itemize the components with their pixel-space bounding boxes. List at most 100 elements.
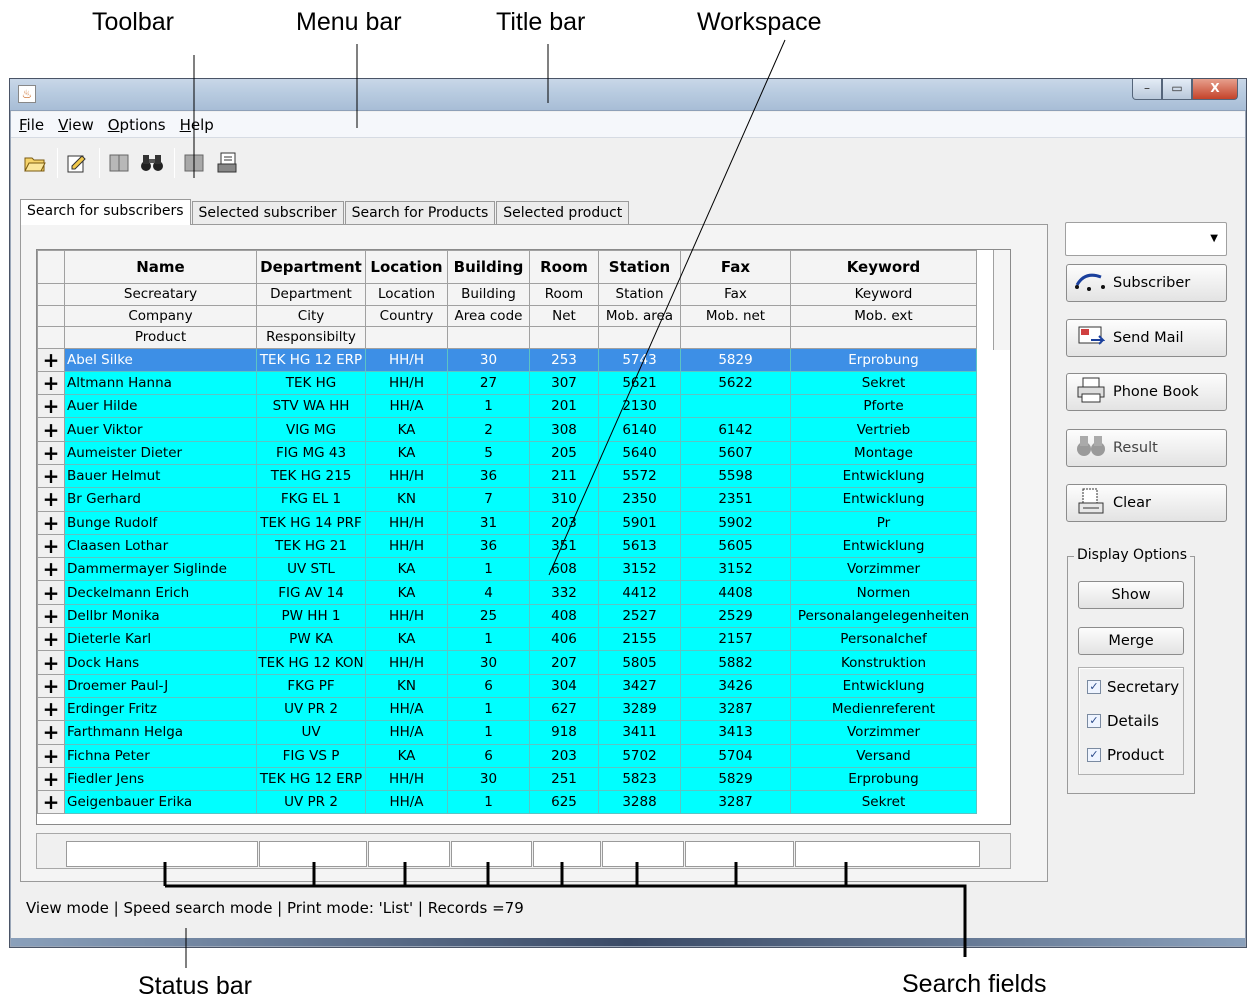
expand-plus-icon[interactable]: + <box>37 627 65 652</box>
table-row[interactable]: + Dammermayer Siglinde UV STL KA 1 608 3152 315… <box>37 557 977 582</box>
expand-plus-icon[interactable]: + <box>37 650 65 675</box>
binoculars-icon[interactable] <box>137 148 167 178</box>
expand-plus-icon[interactable]: + <box>37 417 65 442</box>
maximize-button[interactable]: ▭ <box>1162 79 1192 100</box>
table-row[interactable]: + Droemer Paul-J FKG PF KN 6 304 3427 3426 Entwi… <box>37 673 977 698</box>
search-station-field[interactable] <box>602 841 684 867</box>
table-row[interactable]: + Aumeister Dieter FIG MG 43 KA 5 205 5640 5607… <box>37 440 977 465</box>
result-button[interactable]: Result <box>1066 429 1227 467</box>
expand-plus-icon[interactable]: + <box>37 580 65 605</box>
col-header-building[interactable]: Building <box>447 250 530 284</box>
details-checkbox[interactable]: ✓ Details <box>1087 712 1159 730</box>
expand-plus-icon[interactable]: + <box>37 394 65 419</box>
search-location-field[interactable] <box>368 841 450 867</box>
mail-icon <box>1073 324 1109 353</box>
expand-plus-icon[interactable]: + <box>37 370 65 396</box>
table-row[interactable]: + Abel Silke TEK HG 12 ERP HH/H 30 253 5743 582… <box>37 347 977 372</box>
search-keyword-field[interactable] <box>795 841 980 867</box>
table-row[interactable]: + Dellbr Monika PW HH 1 HH/H 25 408 2527 2529 Pe… <box>37 603 977 629</box>
clear-form-icon <box>1073 487 1109 520</box>
col-header-room[interactable]: Room <box>529 250 599 284</box>
table-row[interactable]: + Altmann Hanna TEK HG HH/H 27 307 5621 5622 Sek… <box>37 370 977 396</box>
expand-plus-icon[interactable]: + <box>37 603 65 629</box>
expand-plus-icon[interactable]: + <box>37 557 65 582</box>
col-header-department[interactable]: Department <box>256 250 366 284</box>
search-department-field[interactable] <box>259 841 367 867</box>
edit-icon[interactable] <box>62 148 92 178</box>
table-row[interactable]: + Auer Viktor VIG MG KA 2 308 6140 6142 Vertrieb <box>37 417 977 442</box>
cell-location: HH/H <box>365 510 448 535</box>
menu-help[interactable]: Help <box>178 115 216 135</box>
table-row[interactable]: + Erdinger Fritz UV PR 2 HH/A 1 627 3289 3287 Me… <box>37 696 977 722</box>
cell-department: TEK HG 12 ERP <box>256 347 366 372</box>
secretary-checkbox[interactable]: ✓ Secretary <box>1087 678 1179 696</box>
table-row[interactable]: + Farthmann Helga UV HH/A 1 918 3411 3413 Vorzim… <box>37 720 977 745</box>
table-row[interactable]: + Fiedler Jens TEK HG 12 ERP HH/H 30 251 5823 5… <box>37 766 977 792</box>
phone-book-button[interactable]: Phone Book <box>1066 373 1227 411</box>
expand-plus-icon[interactable]: + <box>37 347 65 372</box>
expand-plus-icon[interactable]: + <box>37 790 65 815</box>
cell-name: Geigenbauer Erika <box>64 790 257 815</box>
tab-search-subscribers[interactable]: Search for subscribers <box>20 199 191 225</box>
expand-plus-icon[interactable]: + <box>37 440 65 465</box>
cell-department: TEK HG 12 ERP <box>256 766 366 792</box>
col-header-location[interactable]: Location <box>365 250 448 284</box>
subscriber-button[interactable]: Subscriber <box>1066 264 1227 302</box>
table-row[interactable]: + Bunge Rudolf TEK HG 14 PRF HH/H 31 203 5901 5… <box>37 510 977 535</box>
search-fax-field[interactable] <box>685 841 794 867</box>
book-icon[interactable] <box>179 148 209 178</box>
cell-room: 203 <box>529 743 599 768</box>
expand-plus-icon[interactable]: + <box>37 487 65 512</box>
search-room-field[interactable] <box>533 841 601 867</box>
expand-plus-icon[interactable]: + <box>37 673 65 698</box>
binoculars-icon <box>1073 434 1109 463</box>
expand-plus-icon[interactable]: + <box>37 696 65 722</box>
title-bar[interactable]: ♨ – ▭ X <box>10 79 1246 111</box>
subheader-cell: Responsibilty <box>256 326 366 349</box>
cell-building: 36 <box>447 533 530 559</box>
cell-fax: 5605 <box>680 533 791 559</box>
open-folder-icon[interactable] <box>20 148 50 178</box>
show-button[interactable]: Show <box>1078 581 1184 609</box>
expand-plus-icon[interactable]: + <box>37 510 65 535</box>
tab-search-products[interactable]: Search for Products <box>344 201 496 225</box>
col-header-station[interactable]: Station <box>598 250 681 284</box>
printer-icon <box>1073 377 1109 408</box>
tab-selected-product[interactable]: Selected product <box>496 201 630 225</box>
minimize-button[interactable]: – <box>1132 79 1162 100</box>
search-building-field[interactable] <box>451 841 532 867</box>
table-row[interactable]: + Dock Hans TEK HG 12 KON HH/H 30 207 5805 5882… <box>37 650 977 675</box>
menu-file[interactable]: File <box>17 115 46 135</box>
col-header-fax[interactable]: Fax <box>680 250 791 284</box>
search-name-field[interactable] <box>66 841 258 867</box>
table-row[interactable]: + Auer Hilde STV WA HH HH/A 1 201 2130 Pforte <box>37 394 977 419</box>
table-row[interactable]: + Dieterle Karl PW KA KA 1 406 2155 2157 Persona… <box>37 627 977 652</box>
menu-options[interactable]: Options <box>106 115 168 135</box>
expand-plus-icon[interactable]: + <box>37 743 65 768</box>
col-header-keyword[interactable]: Keyword <box>790 250 977 284</box>
header-corner <box>37 326 65 349</box>
clear-button[interactable]: Clear <box>1066 484 1227 522</box>
table-row[interactable]: + Fichna Peter FIG VS P KA 6 203 5702 5704 Versa… <box>37 743 977 768</box>
expand-plus-icon[interactable]: + <box>37 720 65 745</box>
table-row[interactable]: + Deckelmann Erich FIG AV 14 KA 4 332 4412 4408… <box>37 580 977 605</box>
send-mail-button[interactable]: Send Mail <box>1066 319 1227 357</box>
tab-selected-subscriber[interactable]: Selected subscriber <box>191 201 344 225</box>
expand-plus-icon[interactable]: + <box>37 533 65 559</box>
selection-combobox[interactable]: ▼ <box>1065 222 1227 256</box>
menu-view[interactable]: View <box>56 115 96 135</box>
book-icon[interactable] <box>104 148 134 178</box>
product-checkbox[interactable]: ✓ Product <box>1087 746 1164 764</box>
table-row[interactable]: + Bauer Helmut TEK HG 215 HH/H 36 211 5572 5598… <box>37 463 977 489</box>
close-button[interactable]: X <box>1192 79 1238 100</box>
print-form-icon[interactable] <box>212 148 242 178</box>
table-row[interactable]: + Geigenbauer Erika UV PR 2 HH/A 1 625 3288 328… <box>37 790 977 815</box>
col-header-name[interactable]: Name <box>64 250 257 284</box>
table-row[interactable]: + Claasen Lothar TEK HG 21 HH/H 36 351 5613 560… <box>37 533 977 559</box>
merge-button[interactable]: Merge <box>1078 627 1184 655</box>
cell-room: 308 <box>529 417 599 442</box>
cell-location: KA <box>365 557 448 582</box>
table-row[interactable]: + Br Gerhard FKG EL 1 KN 7 310 2350 2351 Entwick… <box>37 487 977 512</box>
expand-plus-icon[interactable]: + <box>37 766 65 792</box>
expand-plus-icon[interactable]: + <box>37 463 65 489</box>
